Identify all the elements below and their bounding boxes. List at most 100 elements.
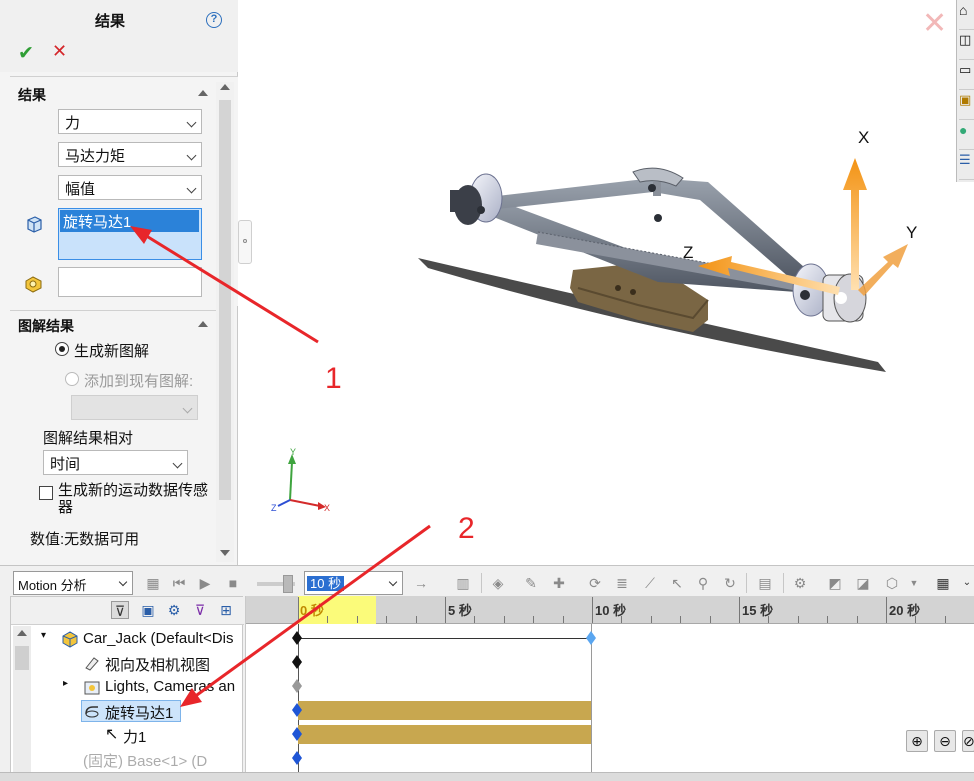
save-animation-arrow-icon[interactable]: → <box>412 574 430 592</box>
scroll-up-icon[interactable] <box>220 84 230 90</box>
expand-icon[interactable]: ⌄ <box>958 574 974 592</box>
home-view-icon[interactable]: ⌂ <box>959 2 974 30</box>
lights-folder-icon <box>84 681 100 695</box>
study-properties-icon[interactable]: ⚙ <box>791 574 809 592</box>
filter-driving-icon[interactable]: ⚙ <box>165 601 183 619</box>
motor-time-bar[interactable] <box>298 701 591 720</box>
sensor-checkbox[interactable] <box>39 486 53 500</box>
collapse-graph-icon[interactable] <box>198 321 208 327</box>
relative-value: 时间 <box>50 456 81 473</box>
expand-root-icon[interactable]: ▾ <box>41 630 46 641</box>
annotation-label-1: 1 <box>325 362 342 395</box>
stop-icon[interactable]: ■ <box>224 574 242 592</box>
key-views[interactable] <box>292 655 302 669</box>
results-plots-icon[interactable]: ▤ <box>756 574 774 592</box>
cancel-button[interactable]: ✕ <box>52 41 67 62</box>
ok-button[interactable]: ✔ <box>18 42 34 65</box>
result-subcategory-select[interactable]: 马达力矩 <box>58 142 202 167</box>
value-text: 数值:无数据可用 <box>30 531 140 548</box>
entity-selection-box[interactable]: 旋转马达1 <box>58 208 202 260</box>
zoom-in-icon[interactable]: ⊕ <box>906 730 928 752</box>
file-explorer-icon[interactable]: ▭ <box>959 62 974 90</box>
appearances-icon[interactable]: ● <box>959 122 974 150</box>
calculate-icon[interactable]: ▦ <box>144 574 162 592</box>
export-icon[interactable]: ⬡ <box>883 574 901 592</box>
axis-y-label: Y <box>906 223 918 242</box>
existing-graph-select[interactable] <box>71 395 198 420</box>
collapse-icon[interactable] <box>198 90 208 96</box>
filter-icon[interactable]: ⊽ <box>111 601 129 619</box>
timeline[interactable]: 0 秒 5 秒 10 秒 15 秒 20 秒 ⊕ ⊖ ⊘ <box>245 596 974 781</box>
assembly-icon <box>62 631 78 648</box>
result-component-select[interactable]: 幅值 <box>58 175 202 200</box>
ruler-tick <box>415 616 417 623</box>
key-partial[interactable] <box>292 751 302 765</box>
result-category-select[interactable]: 力 <box>58 109 202 134</box>
force-icon[interactable]: ↖ <box>668 574 686 592</box>
play-from-start-icon[interactable]: ⏮ <box>170 574 188 592</box>
zoom-out-icon[interactable]: ⊖ <box>934 730 956 752</box>
tree-row-partial[interactable]: (固定) Base<1> (D <box>11 747 244 771</box>
view-palette-icon[interactable]: ▣ <box>959 92 974 120</box>
selected-entity-item[interactable]: 旋转马达1 <box>60 210 199 232</box>
animation-wizard-icon[interactable]: ◈ <box>489 574 507 592</box>
key-root-end[interactable] <box>586 631 596 645</box>
filter-results-icon[interactable]: ⊞ <box>217 601 235 619</box>
result-category-value: 力 <box>65 115 81 132</box>
tree-row-lights[interactable]: ▸ Lights, Cameras an <box>11 675 244 699</box>
gravity-icon[interactable]: ↻ <box>721 574 739 592</box>
spring-icon[interactable]: ≣ <box>613 574 631 592</box>
filter-animated-icon[interactable]: ▣ <box>139 601 157 619</box>
contact-icon[interactable]: ⚲ <box>694 574 712 592</box>
tree-row-force[interactable]: ↖ 力1 <box>11 723 244 747</box>
damper-icon[interactable]: ⟋ <box>641 574 659 592</box>
study-type-select[interactable]: Motion 分析 <box>13 571 133 595</box>
car-jack-model[interactable] <box>238 0 974 565</box>
tree-row-motor[interactable]: 旋转马达1 <box>11 699 244 723</box>
panel-splitter[interactable] <box>238 220 252 264</box>
tree-row-root[interactable]: ▾ Car_Jack (Default<Dis <box>11 627 244 651</box>
graphics-viewport[interactable]: X Y Z ✕ Y X Z <box>238 0 974 565</box>
graph-group-divider <box>10 310 216 311</box>
key-root-start[interactable] <box>292 631 302 645</box>
key-force[interactable] <box>292 727 302 741</box>
toolbar-separator-2 <box>746 573 747 593</box>
pm-scrollbar[interactable] <box>216 82 234 562</box>
filter-selected-icon[interactable]: ⊽ <box>191 601 209 619</box>
playback-speed-slider[interactable] <box>257 575 295 593</box>
tree-row-views[interactable]: 视向及相机视图 <box>11 651 244 675</box>
scroll-down-icon[interactable] <box>220 550 230 556</box>
new-graph-radio[interactable] <box>55 342 69 356</box>
close-icon[interactable]: ✕ <box>922 6 947 41</box>
view-orientation-icon[interactable]: ◫ <box>959 32 974 60</box>
play-icon[interactable]: ▶ <box>196 574 214 592</box>
tree-toolbar: ⊽ ▣ ⚙ ⊽ ⊞ <box>11 597 244 625</box>
tree-lights-label: Lights, Cameras an <box>105 678 236 695</box>
tree-root-label: Car_Jack (Default<Dis <box>83 630 234 647</box>
expand-lights-icon[interactable]: ▸ <box>63 678 68 689</box>
custom-properties-icon[interactable]: ☰ <box>959 152 974 180</box>
help-icon[interactable]: ? <box>206 12 222 28</box>
graph-group-title: 图解结果 <box>18 318 74 334</box>
key-lights[interactable] <box>292 679 302 693</box>
reference-selection-box[interactable] <box>58 267 202 297</box>
simulation-setup-icon[interactable]: ◪ <box>854 574 872 592</box>
time-ruler[interactable]: 0 秒 5 秒 10 秒 15 秒 20 秒 <box>246 596 974 624</box>
horizontal-scrollbar[interactable] <box>0 772 974 781</box>
more-options-icon[interactable]: ▼ <box>905 574 923 592</box>
save-animation-icon[interactable]: ▥ <box>454 574 472 592</box>
force-time-bar[interactable] <box>298 725 591 744</box>
key-motor[interactable] <box>292 703 302 717</box>
property-manager: 结果 ? ✔ ✕ 结果 力 马达力矩 幅值 旋转马达1 图解结果 生成新图解 添… <box>0 0 238 565</box>
add-key-icon[interactable]: ✚ <box>550 574 568 592</box>
zoom-fit-icon[interactable]: ⊘ <box>962 730 974 752</box>
autokey-icon[interactable]: ✎ <box>522 574 540 592</box>
motor-icon[interactable]: ⟳ <box>586 574 604 592</box>
relative-select[interactable]: 时间 <box>43 450 188 475</box>
design-study-icon[interactable]: ◩ <box>826 574 844 592</box>
scroll-thumb[interactable] <box>219 100 231 500</box>
time-select[interactable]: 10 秒 <box>304 571 403 595</box>
existing-graph-radio[interactable] <box>65 372 79 386</box>
result-subcategory-value: 马达力矩 <box>65 148 126 165</box>
calculator-icon[interactable]: ▦ <box>934 574 952 592</box>
